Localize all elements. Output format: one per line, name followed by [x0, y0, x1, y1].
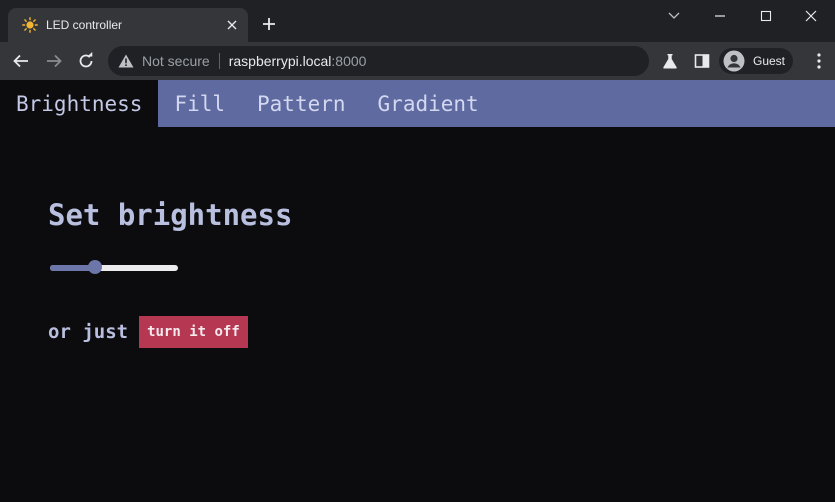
tab-pattern[interactable]: Pattern [241, 80, 362, 127]
maximize-icon[interactable] [754, 6, 778, 26]
profile-button[interactable]: Guest [719, 48, 793, 74]
page-title: Set brightness [48, 198, 293, 232]
turn-off-button[interactable]: turn it off [139, 316, 248, 348]
close-window-icon[interactable] [799, 6, 823, 26]
browser-toolbar: Not secure raspberrypi.local:8000 Guest [0, 42, 835, 80]
page-content: Brightness Fill Pattern Gradient Set bri… [0, 80, 835, 502]
forward-arrow-icon[interactable] [43, 50, 65, 72]
chevron-down-icon[interactable] [662, 6, 686, 26]
security-status[interactable]: Not secure [142, 53, 210, 69]
warning-icon[interactable] [118, 53, 134, 69]
url-host: raspberrypi.local [228, 53, 332, 69]
tab-brightness[interactable]: Brightness [0, 80, 159, 127]
url-port: :8000 [331, 53, 367, 69]
back-arrow-icon[interactable] [10, 50, 32, 72]
tab-strip: LED controller [0, 0, 835, 42]
or-just-label: or just [48, 321, 129, 343]
reload-icon[interactable] [75, 50, 97, 72]
profile-label: Guest [753, 54, 786, 68]
tab-title: LED controller [46, 18, 123, 32]
mode-tabs: Brightness Fill Pattern Gradient [0, 80, 835, 127]
side-panel-icon[interactable] [692, 51, 712, 71]
divider [218, 53, 220, 69]
browser-tab[interactable]: LED controller [8, 8, 248, 42]
more-vert-icon[interactable] [809, 51, 829, 71]
slider-thumb[interactable] [87, 260, 102, 274]
avatar-icon [723, 50, 745, 72]
minimize-icon[interactable] [708, 6, 732, 26]
close-icon[interactable] [224, 17, 240, 33]
off-row: or just turn it off [48, 316, 248, 348]
brightness-slider[interactable] [50, 260, 180, 276]
plus-icon[interactable] [260, 15, 278, 33]
tab-fill[interactable]: Fill [158, 80, 241, 127]
flask-icon[interactable] [660, 51, 680, 71]
address-bar[interactable]: Not secure raspberrypi.local:8000 [108, 46, 649, 76]
sun-icon [22, 17, 38, 33]
tab-gradient[interactable]: Gradient [362, 80, 495, 127]
